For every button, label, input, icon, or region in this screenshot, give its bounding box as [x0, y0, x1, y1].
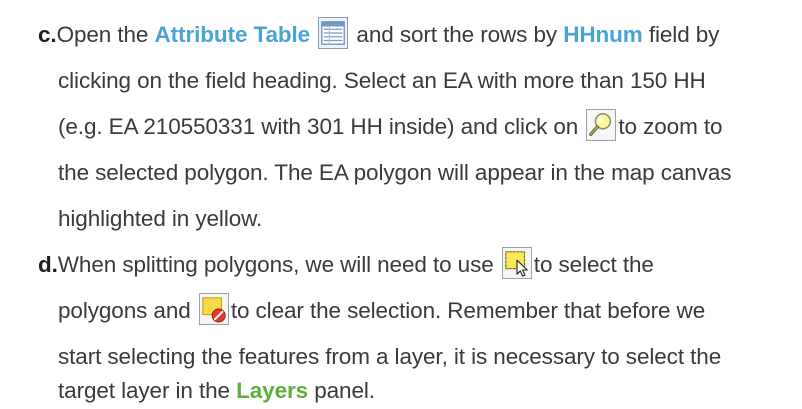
select-features-icon [501, 247, 532, 280]
item-d-line-1: d.When splitting polygons, we will need … [38, 246, 654, 283]
attribute-table-icon [318, 17, 349, 50]
layers-panel-label: Layers [236, 378, 309, 403]
item-c-marker: c. [38, 22, 57, 47]
item-c-line-5: highlighted in yellow. [58, 206, 263, 231]
hhnum-field-label: HHnum [563, 22, 643, 47]
attribute-table-label: Attribute Table [154, 22, 311, 47]
item-d-marker: d. [38, 252, 58, 277]
item-d-line-3: start selecting the features from a laye… [58, 344, 722, 369]
item-d-line-2: polygons and to clear the selection. Rem… [58, 292, 705, 329]
instruction-document: c.Open the Attribute Table and sort the … [0, 0, 802, 407]
item-c-line-3: (e.g. EA 210550331 with 301 HH inside) a… [58, 108, 723, 145]
clear-selection-icon [198, 293, 229, 326]
item-d-line-4: target layer in the Layers panel. [58, 378, 375, 403]
zoom-to-selected-icon [586, 109, 617, 142]
item-c-line-4: the selected polygon. The EA polygon wil… [58, 160, 732, 185]
item-c-line-1: c.Open the Attribute Table and sort the … [38, 16, 719, 53]
item-c-line-2: clicking on the field heading. Select an… [58, 68, 706, 93]
